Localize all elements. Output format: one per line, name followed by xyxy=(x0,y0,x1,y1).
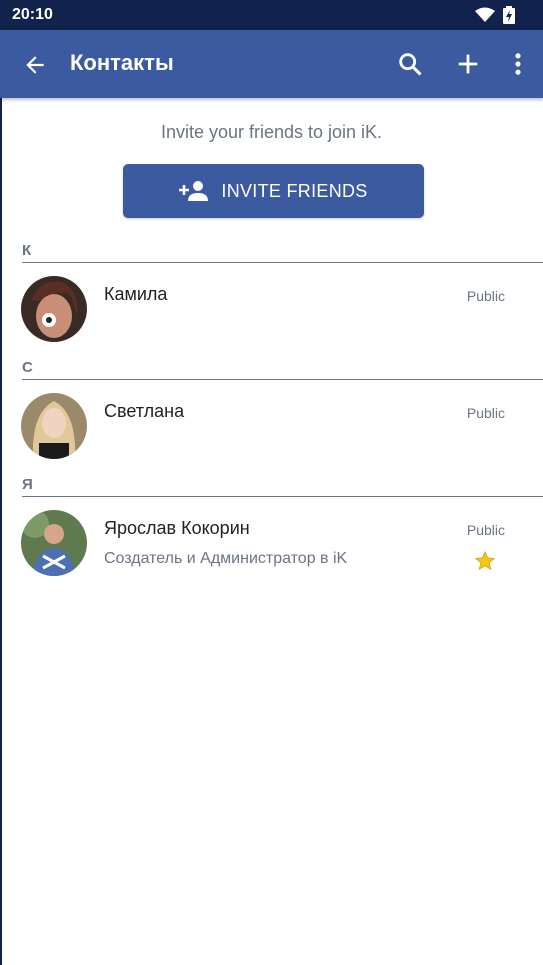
status-bar: 20:10 xyxy=(0,0,543,30)
contact-item[interactable]: Ярослав Кокорин Создатель и Администрато… xyxy=(0,510,543,590)
person-add-icon xyxy=(179,181,209,201)
search-icon[interactable] xyxy=(396,50,424,78)
contact-item[interactable]: Камила Public xyxy=(0,276,543,356)
invite-text: Invite your friends to join iK. xyxy=(160,122,383,142)
back-arrow-icon[interactable] xyxy=(22,52,48,78)
app-bar: Контакты xyxy=(0,30,543,98)
contact-name: Ярослав Кокорин xyxy=(104,518,250,538)
avatar xyxy=(21,510,87,576)
add-icon[interactable] xyxy=(454,50,482,78)
section-header-k: К xyxy=(22,242,32,259)
visibility-label: Public xyxy=(466,522,505,538)
visibility-label: Public xyxy=(466,288,505,304)
page-title: Контакты xyxy=(70,50,174,75)
wifi-icon xyxy=(475,7,495,22)
window-edge xyxy=(0,30,2,965)
section-header-ya: Я xyxy=(22,476,33,493)
contact-item[interactable]: Светлана Public xyxy=(0,393,543,473)
visibility-label: Public xyxy=(466,405,505,421)
section-divider xyxy=(22,496,543,497)
section-divider xyxy=(22,262,543,263)
contact-name: Камила xyxy=(104,284,168,304)
avatar xyxy=(21,276,87,342)
avatar xyxy=(21,393,87,459)
status-time: 20:10 xyxy=(12,6,53,23)
section-header-s: С xyxy=(22,359,33,376)
contact-subtitle: Создатель и Администратор в iK xyxy=(104,550,348,567)
section-divider xyxy=(22,379,543,380)
contact-name: Светлана xyxy=(104,401,185,421)
status-icons xyxy=(475,6,515,24)
star-icon xyxy=(474,550,496,571)
battery-icon xyxy=(503,6,515,24)
more-vert-icon[interactable] xyxy=(504,50,532,78)
invite-button-label: INVITE FRIENDS xyxy=(221,180,368,201)
invite-friends-button[interactable]: INVITE FRIENDS xyxy=(123,164,424,218)
